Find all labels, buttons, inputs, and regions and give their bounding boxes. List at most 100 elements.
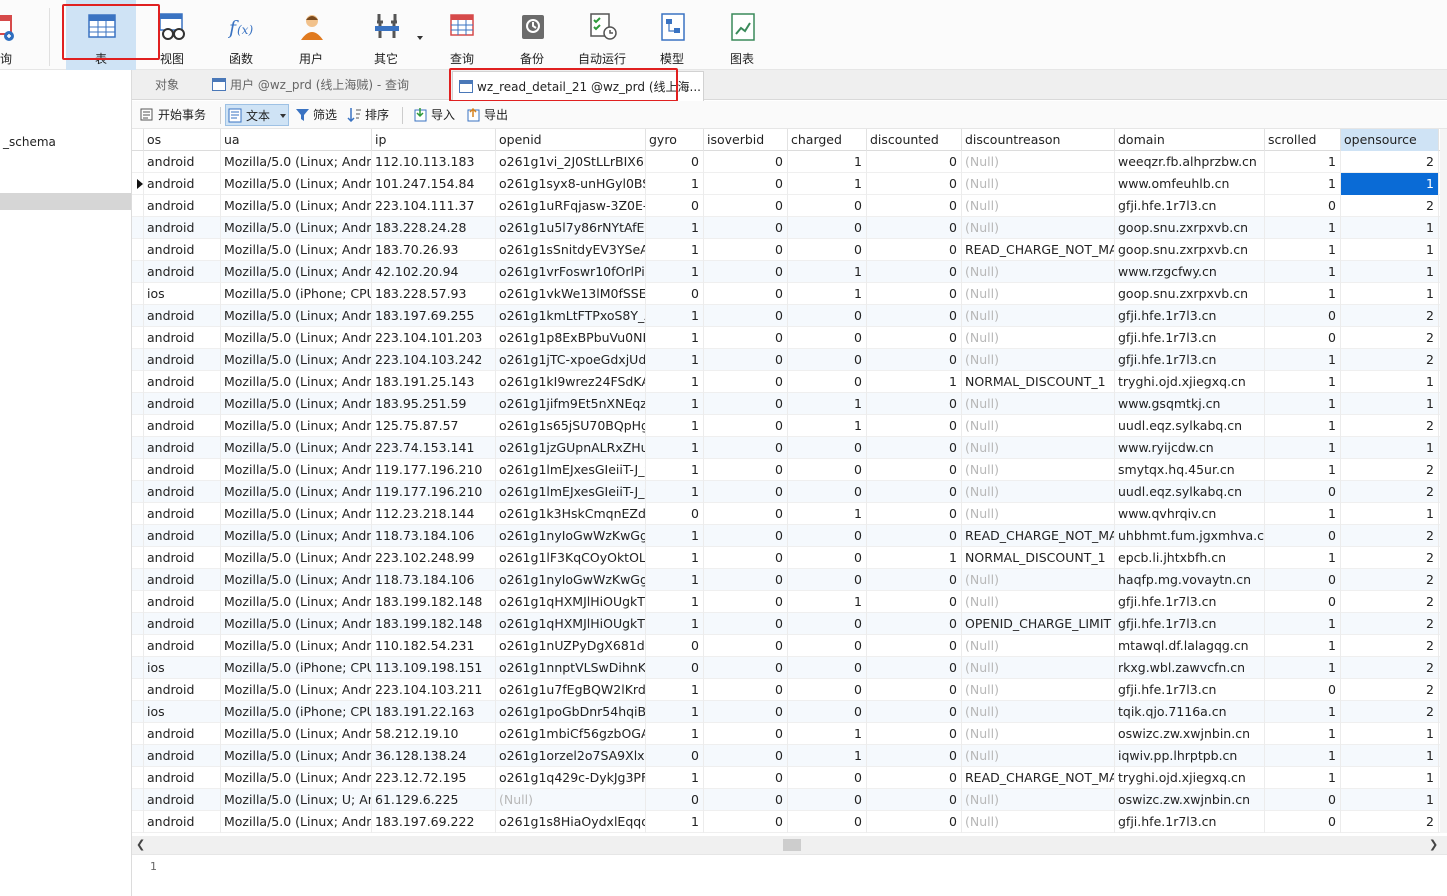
cell-ip[interactable]: 223.104.111.37 [372,195,496,217]
toolbar-backup-button[interactable]: 备份 [497,0,567,70]
toolbar-query2-button[interactable]: 查询 [427,0,497,70]
table-row[interactable]: android Mozilla/5.0 (Linux; Androi 112.23.… [132,503,1447,525]
cell-scrolled[interactable]: 1 [1265,723,1341,745]
cell-discounted[interactable]: 0 [867,679,962,701]
cell-openid[interactable]: o261g1nUZPyDgX681d0r [496,635,646,657]
cell-discountreason[interactable]: (Null) [962,591,1115,613]
cell-isoverbid[interactable]: 0 [704,459,788,481]
cell-opensource[interactable]: 1 [1341,745,1439,767]
cell-discountreason[interactable]: (Null) [962,481,1115,503]
cell-opensource[interactable]: 1 [1341,767,1439,789]
cell-gyro[interactable]: 1 [646,481,704,503]
cell-discounted[interactable]: 0 [867,415,962,437]
cell-openid[interactable]: o261g1s65jSU70BQpHgV [496,415,646,437]
cell-os[interactable]: android [144,459,221,481]
cell-isoverbid[interactable]: 0 [704,173,788,195]
cell-scrolled[interactable]: 0 [1265,591,1341,613]
cell-charged[interactable]: 0 [788,327,867,349]
cell-openid[interactable]: o261g1lF3KqCOyOktOLBc [496,547,646,569]
cell-ua[interactable]: Mozilla/5.0 (Linux; Androi [221,591,372,613]
cell-ip[interactable]: 119.177.196.210 [372,481,496,503]
cell-os[interactable]: android [144,679,221,701]
cell-opensource[interactable]: 1 [1341,437,1439,459]
cell-discountreason[interactable]: (Null) [962,679,1115,701]
cell-gyro[interactable]: 0 [646,195,704,217]
cell-gyro[interactable]: 1 [646,811,704,833]
table-row[interactable]: ios Mozilla/5.0 (iPhone; CPU i 183.191.22.… [132,701,1447,723]
cell-ua[interactable]: Mozilla/5.0 (Linux; Androi [221,503,372,525]
cell-discounted[interactable]: 0 [867,305,962,327]
cell-opensource[interactable]: 2 [1341,613,1439,635]
row-selector[interactable] [132,173,144,195]
cell-discounted[interactable]: 0 [867,173,962,195]
cell-opensource[interactable]: 2 [1341,327,1439,349]
cell-opensource[interactable]: 2 [1341,679,1439,701]
cell-opensource[interactable]: 1 [1341,173,1439,195]
column-header-scrolled[interactable]: scrolled [1265,129,1341,151]
cell-domain[interactable]: www.rzgcfwy.cn [1115,261,1265,283]
cell-charged[interactable]: 0 [788,239,867,261]
row-selector[interactable] [132,547,144,569]
row-selector[interactable] [132,459,144,481]
cell-ua[interactable]: Mozilla/5.0 (Linux; Androi [221,261,372,283]
cell-openid[interactable]: o261g1mbiCf56gzbOGAiS [496,723,646,745]
cell-domain[interactable]: haqfp.mg.vovaytn.cn [1115,569,1265,591]
row-selector[interactable] [132,745,144,767]
cell-opensource[interactable]: 2 [1341,701,1439,723]
cell-discounted[interactable]: 1 [867,371,962,393]
cell-charged[interactable]: 0 [788,459,867,481]
cell-os[interactable]: android [144,789,221,811]
cell-ip[interactable]: 223.12.72.195 [372,767,496,789]
cell-openid[interactable]: o261g1jzGUpnALRxZHuee [496,437,646,459]
cell-gyro[interactable]: 1 [646,591,704,613]
row-selector[interactable] [132,657,144,679]
cell-ua[interactable]: Mozilla/5.0 (iPhone; CPU i [221,283,372,305]
row-selector[interactable] [132,525,144,547]
cell-scrolled[interactable]: 1 [1265,503,1341,525]
cell-ip[interactable]: 223.104.101.203 [372,327,496,349]
cell-gyro[interactable]: 1 [646,173,704,195]
column-header-ua[interactable]: ua [221,129,372,151]
cell-isoverbid[interactable]: 0 [704,393,788,415]
cell-ua[interactable]: Mozilla/5.0 (Linux; Androi [221,217,372,239]
cell-charged[interactable]: 0 [788,371,867,393]
cell-opensource[interactable]: 2 [1341,481,1439,503]
cell-discountreason[interactable]: (Null) [962,327,1115,349]
cell-opensource[interactable]: 1 [1341,217,1439,239]
cell-isoverbid[interactable]: 0 [704,437,788,459]
cell-opensource[interactable]: 1 [1341,723,1439,745]
cell-opensource[interactable]: 1 [1341,239,1439,261]
toolbar-automation-button[interactable]: 自动运行 [567,0,637,70]
cell-scrolled[interactable]: 1 [1265,415,1341,437]
cell-openid[interactable]: o261g1lmEJxesGIeiiT-J_yC [496,459,646,481]
cell-domain[interactable]: www.ryijcdw.cn [1115,437,1265,459]
cell-isoverbid[interactable]: 0 [704,525,788,547]
toolbar-table-button[interactable]: 表 [66,0,136,70]
cell-discounted[interactable]: 0 [867,503,962,525]
table-row[interactable]: android Mozilla/5.0 (Linux; Androi 183.228… [132,217,1447,239]
cell-discounted[interactable]: 0 [867,745,962,767]
cell-scrolled[interactable]: 1 [1265,767,1341,789]
cell-discountreason[interactable]: (Null) [962,305,1115,327]
row-selector[interactable] [132,393,144,415]
cell-openid[interactable]: o261g1nnptVLSwDihnKqc [496,657,646,679]
cell-discountreason[interactable]: (Null) [962,635,1115,657]
cell-openid[interactable]: o261g1vrFoswr10fOrlPiVF [496,261,646,283]
cell-gyro[interactable]: 1 [646,767,704,789]
cell-domain[interactable]: uudl.eqz.sylkabq.cn [1115,481,1265,503]
cell-domain[interactable]: gfji.hfe.1r7l3.cn [1115,811,1265,833]
column-header-domain[interactable]: domain [1115,129,1265,151]
cell-domain[interactable]: goop.snu.zxrpxvb.cn [1115,217,1265,239]
cell-os[interactable]: android [144,371,221,393]
cell-gyro[interactable]: 1 [646,437,704,459]
cell-discounted[interactable]: 0 [867,657,962,679]
cell-discounted[interactable]: 0 [867,701,962,723]
cell-scrolled[interactable]: 0 [1265,195,1341,217]
cell-isoverbid[interactable]: 0 [704,811,788,833]
cell-ip[interactable]: 183.197.69.222 [372,811,496,833]
cell-domain[interactable]: uhbhmt.fum.jgxmhva.cn [1115,525,1265,547]
cell-ip[interactable]: 118.73.184.106 [372,525,496,547]
row-selector[interactable] [132,701,144,723]
cell-discounted[interactable]: 0 [867,151,962,173]
table-row[interactable]: android Mozilla/5.0 (Linux; Androi 223.104… [132,349,1447,371]
